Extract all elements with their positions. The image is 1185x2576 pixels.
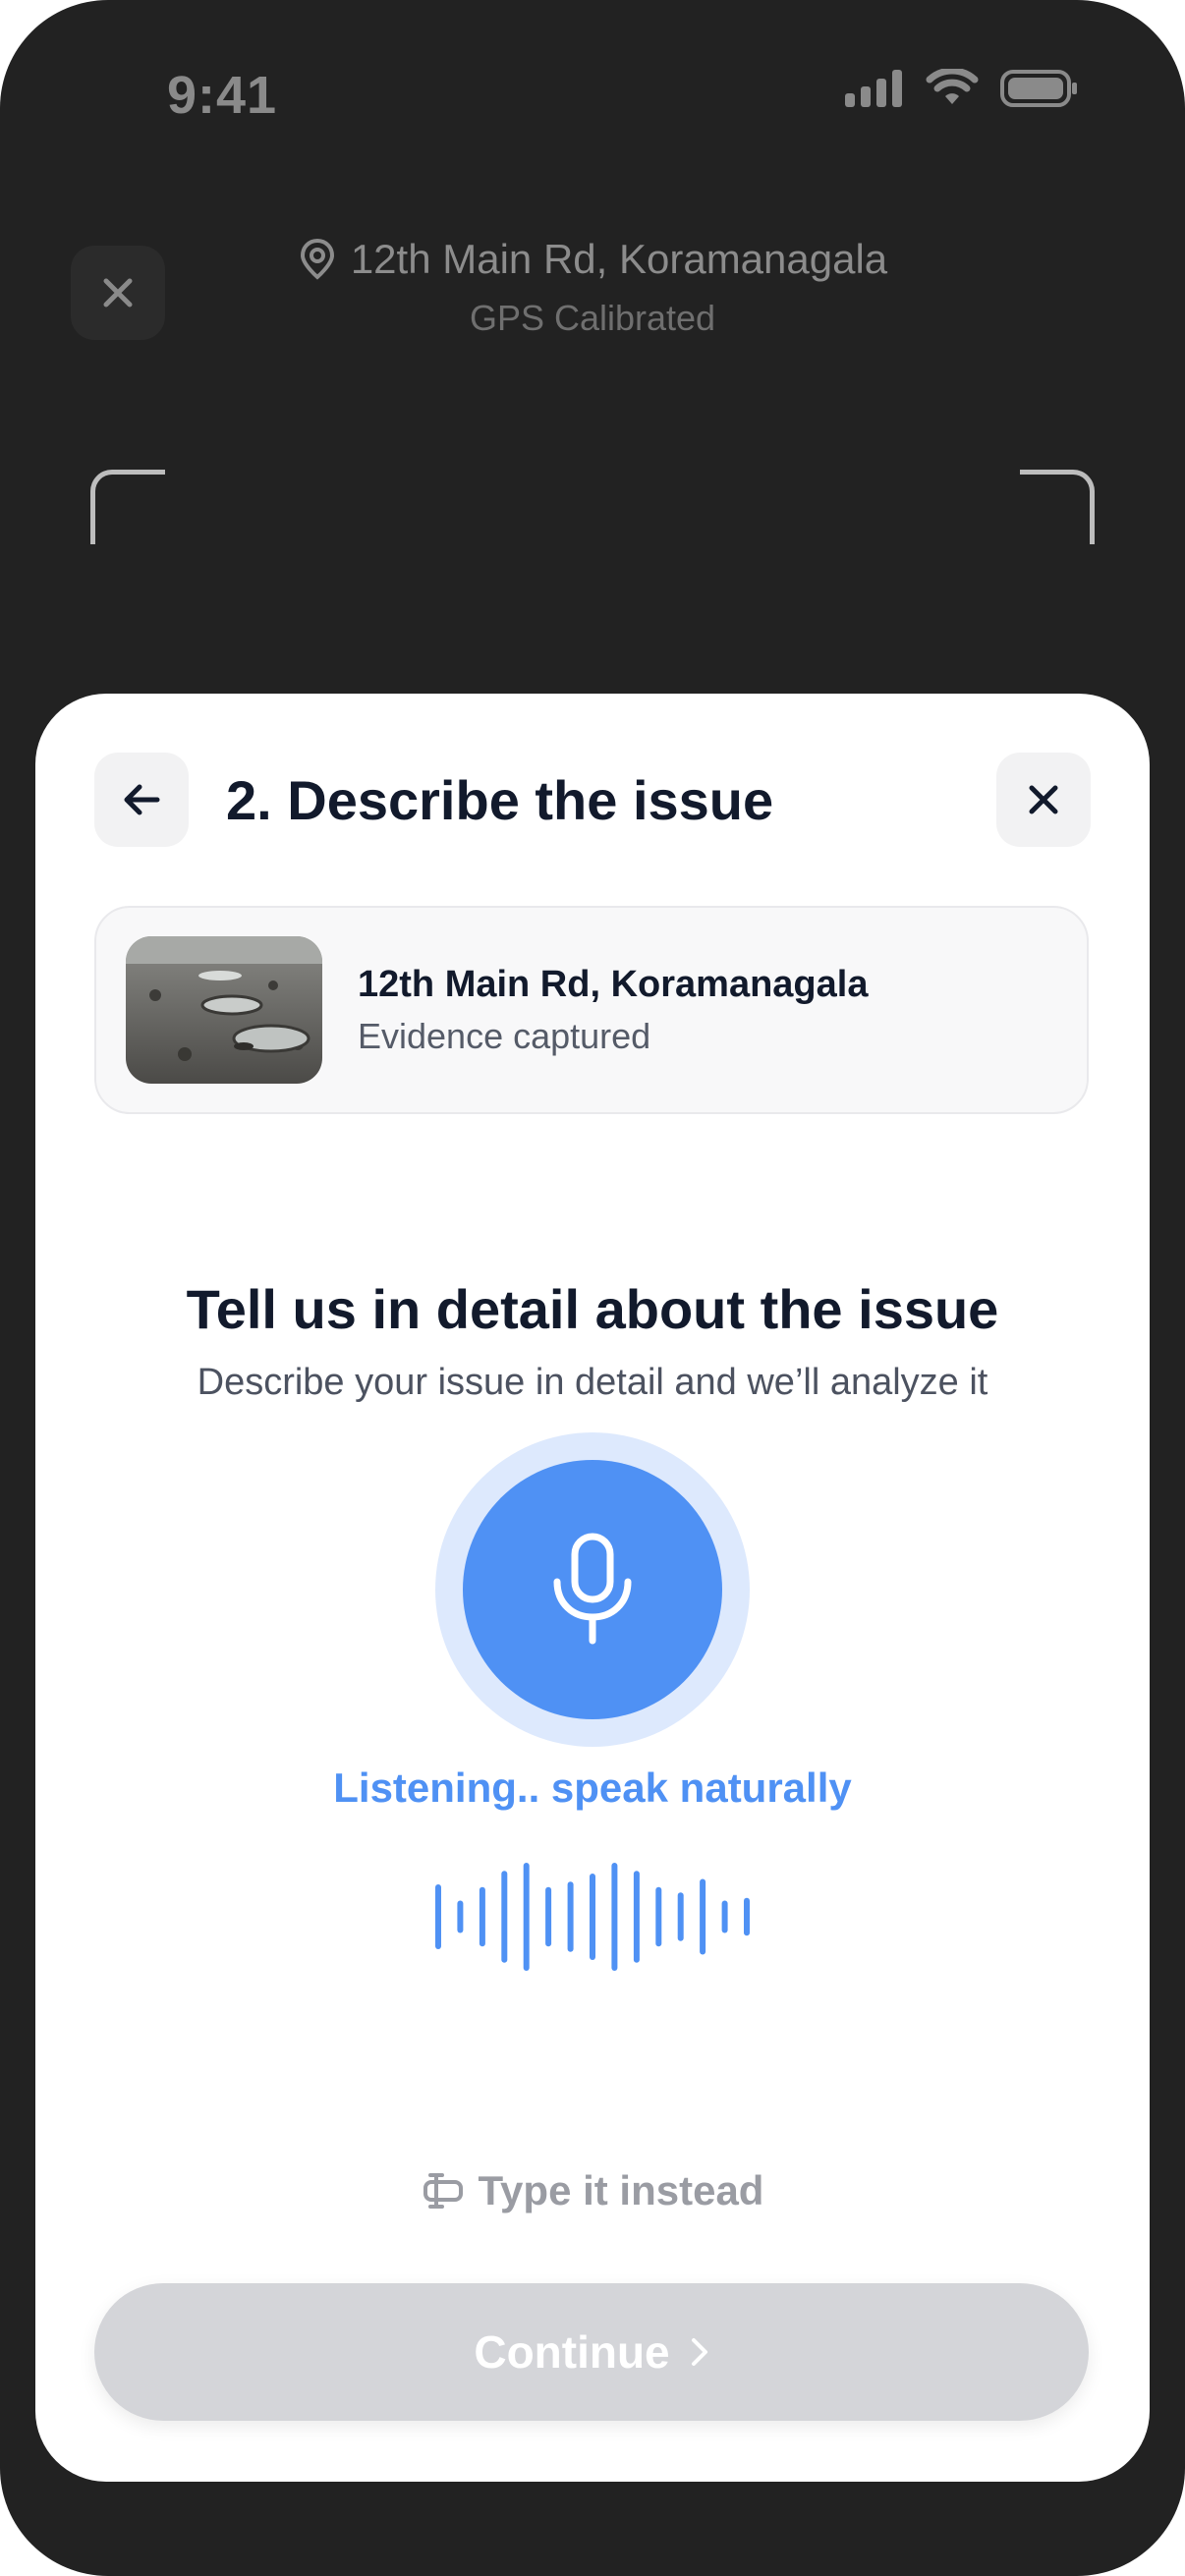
status-icons <box>845 69 1079 108</box>
describe-issue-sheet: 2. Describe the issue 12th Main Rd, Kora… <box>35 694 1150 2482</box>
waveform-bar <box>677 1892 684 1941</box>
audio-waveform <box>435 1863 750 1971</box>
microphone-button[interactable] <box>463 1460 722 1719</box>
waveform-bar <box>479 1886 485 1947</box>
evidence-location: 12th Main Rd, Koramanagala <box>358 963 869 1005</box>
arrow-left-icon <box>124 784 160 815</box>
camera-address-row: 12th Main Rd, Koramanagala <box>298 236 887 283</box>
evidence-card: 12th Main Rd, Koramanagala Evidence capt… <box>94 906 1089 1114</box>
waveform-bar <box>611 1863 618 1971</box>
waveform-bar <box>523 1863 530 1971</box>
battery-icon <box>1000 70 1077 107</box>
signal-icon <box>845 70 902 107</box>
evidence-status: Evidence captured <box>358 1015 651 1056</box>
continue-button[interactable]: Continue <box>94 2283 1089 2421</box>
waveform-bar <box>435 1884 441 1949</box>
phone-screen: 9:41 12th Main Rd, Koramanagala GPS Cali… <box>0 0 1185 2576</box>
waveform-bar <box>721 1900 728 1933</box>
prompt-subheading: Describe your issue in detail and we’ll … <box>197 1362 988 1403</box>
status-time: 9:41 <box>167 66 278 125</box>
viewfinder-corner-top-right <box>1020 470 1095 544</box>
wifi-icon <box>926 69 979 104</box>
listening-status: Listening.. speak naturally <box>333 1764 852 1811</box>
waveform-bar <box>655 1886 662 1947</box>
chevron-right-icon <box>691 2338 707 2366</box>
viewfinder-corner-top-left <box>90 470 165 544</box>
gps-status: GPS Calibrated <box>469 298 716 338</box>
evidence-text: 12th Main Rd, Koramanagala Evidence capt… <box>358 964 868 1057</box>
sheet-close-button[interactable] <box>996 753 1091 847</box>
camera-address: 12th Main Rd, Koramanagala <box>350 236 888 282</box>
type-instead-label: Type it instead <box>478 2167 764 2213</box>
continue-label: Continue <box>474 2326 670 2378</box>
prompt-heading: Tell us in detail about the issue <box>186 1278 999 1340</box>
sheet-header: 2. Describe the issue <box>94 753 1091 847</box>
text-cursor-icon <box>423 2173 463 2209</box>
type-instead-button[interactable]: Type it instead <box>35 2167 1150 2214</box>
back-button[interactable] <box>94 753 189 847</box>
location-pin-icon <box>300 238 334 280</box>
waveform-bar <box>567 1881 574 1952</box>
microphone-icon <box>553 1533 632 1645</box>
waveform-bar <box>545 1886 552 1947</box>
waveform-bar <box>590 1874 595 1960</box>
close-icon <box>1029 785 1058 814</box>
evidence-thumbnail <box>126 936 322 1084</box>
camera-location: 12th Main Rd, Koramanagala GPS Calibrate… <box>0 236 1185 339</box>
waveform-bar <box>633 1871 640 1963</box>
waveform-bar <box>501 1871 508 1963</box>
waveform-bar <box>744 1897 750 1936</box>
waveform-bar <box>700 1878 706 1955</box>
mic-halo <box>435 1432 750 1747</box>
sheet-title: 2. Describe the issue <box>226 768 774 831</box>
waveform-bar <box>457 1900 464 1933</box>
